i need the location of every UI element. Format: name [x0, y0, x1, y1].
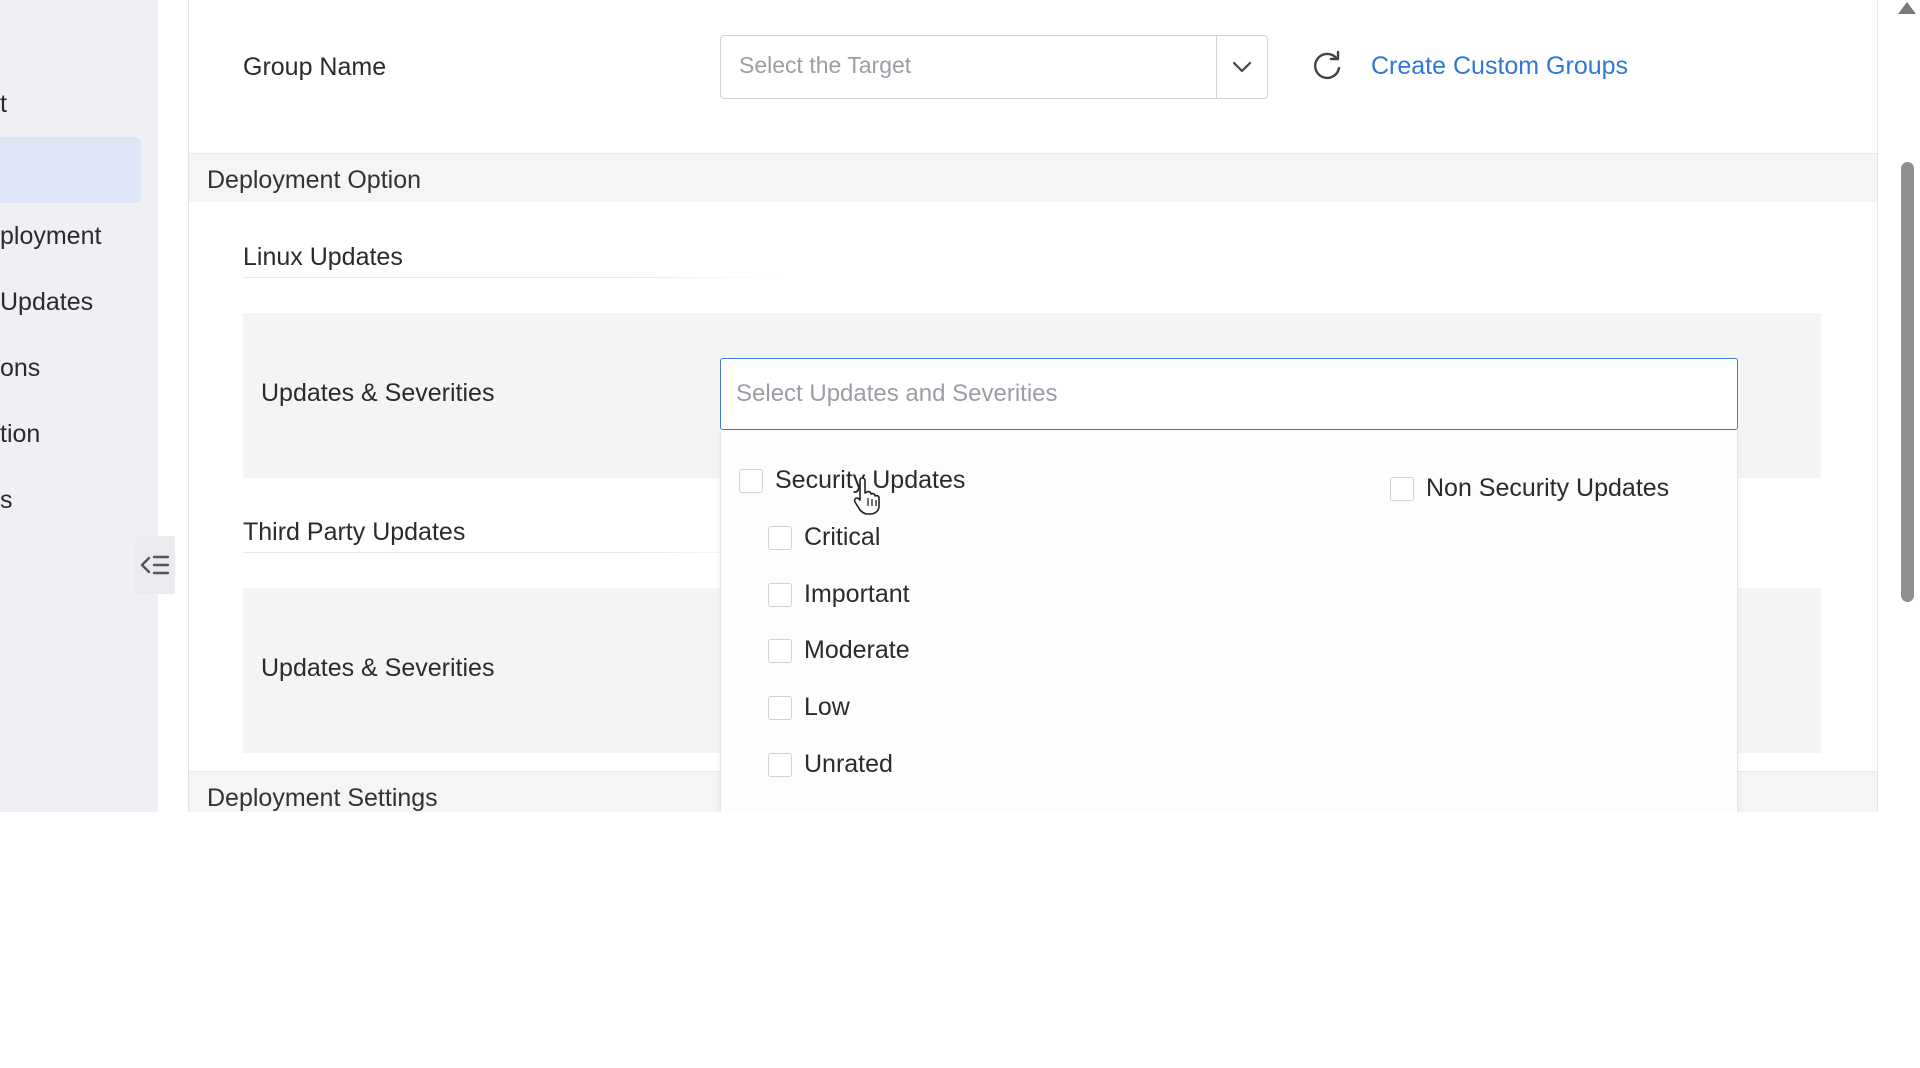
third-party-updates-divider — [243, 552, 783, 553]
unrated-checkbox[interactable] — [768, 752, 792, 777]
non-security-updates-label: Non Security Updates — [1426, 474, 1670, 502]
pointer-cursor-icon — [853, 477, 880, 515]
critical-label: Critical — [804, 523, 881, 551]
target-select-toggle[interactable] — [1216, 36, 1267, 98]
deployment-option-header: Deployment Option — [189, 153, 1877, 202]
sidebar-item-6[interactable]: s — [0, 486, 104, 515]
collapse-sidebar-button[interactable] — [135, 536, 175, 594]
severity-option-unrated[interactable]: Unrated — [768, 750, 893, 779]
moderate-checkbox[interactable] — [768, 638, 792, 663]
create-custom-groups-link[interactable]: Create Custom Groups — [1371, 52, 1628, 81]
chevron-down-icon — [1232, 61, 1252, 73]
group-name-label: Group Name — [243, 53, 387, 81]
linux-updates-severities-label: Updates & Severities — [261, 379, 495, 407]
sidebar-item-options[interactable]: ons — [0, 354, 104, 383]
collapse-sidebar-icon — [140, 555, 170, 575]
unrated-label: Unrated — [804, 750, 893, 778]
sidebar-item-0[interactable]: t — [0, 90, 104, 119]
target-select[interactable]: Select the Target — [720, 35, 1268, 99]
deployment-settings-title: Deployment Settings — [207, 784, 438, 812]
deployment-option-title: Deployment Option — [207, 166, 422, 194]
updates-severities-placeholder: Select Updates and Severities — [736, 380, 1058, 407]
low-checkbox[interactable] — [768, 695, 792, 720]
non-security-updates-option[interactable]: Non Security Updates — [1390, 474, 1669, 503]
non-security-updates-checkbox[interactable] — [1390, 476, 1414, 501]
security-updates-checkbox[interactable] — [739, 468, 763, 493]
important-label: Important — [804, 580, 910, 608]
severity-option-moderate[interactable]: Moderate — [768, 636, 910, 665]
viewport: t ployment Updates ons tion s Group Name… — [0, 0, 1920, 812]
linux-updates-title: Linux Updates — [243, 243, 403, 271]
page-scrollbar[interactable] — [1891, 0, 1920, 812]
severity-option-important[interactable]: Important — [768, 580, 910, 609]
severity-option-critical[interactable]: Critical — [768, 523, 880, 552]
sidebar-item-notification[interactable]: tion — [0, 420, 104, 449]
refresh-icon[interactable] — [1309, 48, 1345, 84]
moderate-label: Moderate — [804, 636, 910, 664]
critical-checkbox[interactable] — [768, 525, 792, 550]
third-party-updates-severities-label: Updates & Severities — [261, 654, 495, 682]
low-label: Low — [804, 693, 850, 721]
severity-option-low[interactable]: Low — [768, 693, 850, 722]
main-panel: Group Name Select the Target Create Cust… — [188, 0, 1878, 812]
important-checkbox[interactable] — [768, 582, 792, 607]
scroll-up-arrow-icon[interactable] — [1898, 2, 1916, 14]
linux-updates-divider — [243, 277, 783, 278]
scrollbar-thumb[interactable] — [1901, 162, 1914, 602]
sidebar: t ployment Updates ons tion s — [0, 0, 175, 812]
updates-severities-input[interactable]: Select Updates and Severities — [720, 358, 1738, 430]
sidebar-item-deployment[interactable]: ployment — [0, 222, 104, 251]
target-select-placeholder: Select the Target — [739, 52, 912, 78]
sidebar-item-active[interactable] — [0, 137, 141, 203]
sidebar-item-updates[interactable]: Updates — [0, 288, 104, 317]
third-party-updates-title: Third Party Updates — [243, 518, 466, 546]
